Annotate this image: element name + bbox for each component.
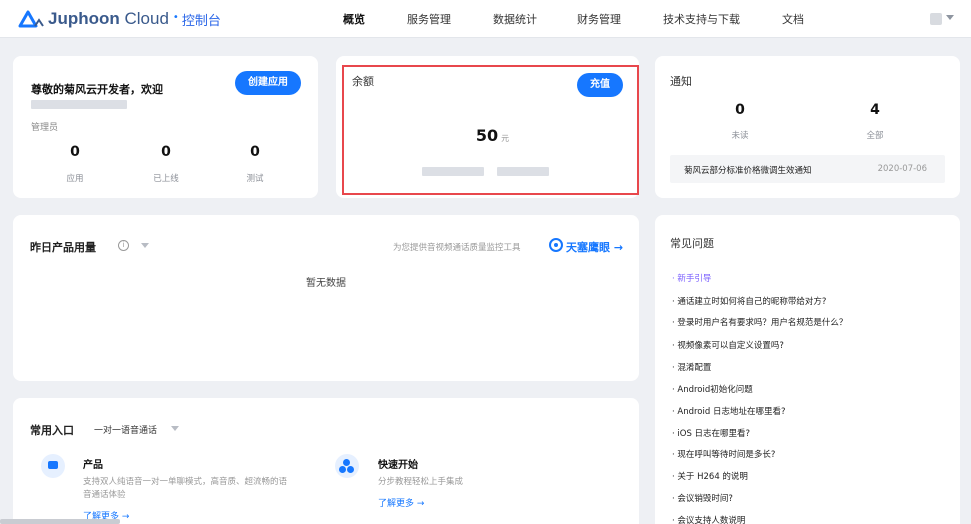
notice-item-date: 2020-07-06: [877, 164, 927, 174]
user-role: 管理员: [31, 123, 59, 133]
notice-card: 通知 0 未读 4 全部 菊风云部分标准价格微调生效通知 2020-07-06: [655, 56, 960, 198]
faq-item[interactable]: · 关于 H264 的说明: [672, 470, 748, 482]
faq-item[interactable]: · Android初始化问题: [672, 383, 753, 395]
usage-title: 昨日产品用量: [30, 241, 96, 254]
unread-count[interactable]: 0: [710, 102, 770, 118]
top-navbar: Juphoon Cloud • 控制台 概览 服务管理 数据统计 财务管理 技术…: [0, 0, 971, 38]
juphoon-logo-icon: [18, 10, 44, 28]
usage-chevron-down-icon[interactable]: [141, 243, 149, 248]
brand-separator-dot: •: [172, 11, 179, 23]
all-notice-label: 全部: [866, 131, 884, 141]
faq-item[interactable]: · 会议销毁时间?: [672, 492, 733, 504]
quick-start-icon: [335, 454, 359, 478]
usage-card: 昨日产品用量 i 为您提供音视频通话质量监控工具 天塞鹰眼 → 暂无数据: [13, 215, 639, 381]
balance-amount: 50 元: [344, 126, 641, 145]
avatar[interactable]: [930, 13, 942, 25]
monitor-tool-link[interactable]: 天塞鹰眼 →: [566, 239, 623, 255]
testing-count: 0: [250, 144, 260, 160]
masked-account-name: [31, 100, 127, 109]
nav-data-statistics[interactable]: 数据统计: [493, 11, 537, 27]
faq-item[interactable]: · 会议支持人数说明: [672, 514, 745, 524]
masked-balance-detail: [422, 167, 484, 176]
nav-finance-management[interactable]: 财务管理: [577, 11, 621, 27]
product-select[interactable]: 一对一语音通话: [94, 423, 157, 436]
faq-item[interactable]: · 现在呼叫等待时间是多长?: [672, 448, 775, 460]
balance-unit: 元: [501, 134, 510, 143]
empty-data-text: 暂无数据: [306, 278, 346, 289]
nav-support-download[interactable]: 技术支持与下载: [663, 11, 740, 27]
common-entry-title: 常用入口: [30, 424, 74, 437]
welcome-card: 尊敬的菊风云开发者，欢迎 创建应用 管理员 0 应用 0 已上线 0 测试: [13, 56, 318, 198]
entry-product-desc: 支持双人纯语音一对一单聊模式，高音质、超流畅的语 音通话体验: [83, 477, 288, 500]
common-entry-card: 常用入口 一对一语音通话 产品 支持双人纯语音一对一单聊模式，高音质、超流畅的语…: [13, 398, 639, 524]
nav-docs[interactable]: 文档: [782, 11, 804, 27]
recharge-button[interactable]: 充值: [577, 73, 623, 97]
faq-item[interactable]: · 新手引导: [672, 272, 711, 284]
balance-highlight-box: 余额 充值 50 元: [342, 65, 639, 195]
nav-service-management[interactable]: 服务管理: [407, 11, 451, 27]
faq-item[interactable]: · 混淆配置: [672, 361, 711, 373]
testing-label: 测试: [246, 174, 264, 184]
entry-quickstart-learn-more-link[interactable]: 了解更多 →: [378, 496, 424, 509]
all-notice-count[interactable]: 4: [845, 102, 905, 118]
create-app-button[interactable]: 创建应用: [235, 71, 301, 95]
entry-product-title: 产品: [83, 460, 103, 471]
target-icon: [549, 238, 563, 252]
online-label: 已上线: [153, 174, 179, 184]
faq-item[interactable]: · Android 日志地址在哪里看?: [672, 405, 785, 417]
entry-quickstart-desc: 分步教程轻松上手集成: [378, 477, 464, 487]
user-menu-chevron-down-icon[interactable]: [946, 15, 954, 20]
faq-item[interactable]: · 视频像素可以自定义设置吗?: [672, 339, 784, 351]
faq-card: 常见问题 · 新手引导 · 通话建立时如何将自己的昵称带给对方? · 登录时用户…: [655, 215, 960, 524]
info-icon[interactable]: i: [118, 240, 129, 251]
notice-item-title: 菊风云部分标准价格微调生效通知: [684, 166, 812, 176]
entry-quickstart-title: 快速开始: [378, 460, 418, 471]
faq-item[interactable]: · iOS 日志在哪里看?: [672, 427, 750, 439]
masked-balance-detail: [497, 167, 549, 176]
faq-title: 常见问题: [670, 237, 714, 250]
monitor-tool-text: 为您提供音视频通话质量监控工具: [393, 243, 521, 253]
horizontal-scrollbar[interactable]: [0, 519, 120, 524]
brand-logo[interactable]: Juphoon Cloud • 控制台: [18, 9, 221, 29]
console-label: 控制台: [181, 13, 221, 29]
unread-label: 未读: [731, 131, 749, 141]
apps-count: 0: [70, 144, 80, 160]
apps-label: 应用: [66, 174, 84, 184]
welcome-title: 尊敬的菊风云开发者，欢迎: [31, 83, 163, 96]
online-count: 0: [161, 144, 171, 160]
notice-list-item[interactable]: 菊风云部分标准价格微调生效通知 2020-07-06: [670, 155, 945, 183]
notice-title: 通知: [670, 75, 692, 88]
nav-overview[interactable]: 概览: [343, 11, 365, 27]
faq-item[interactable]: · 登录时用户名有要求吗？用户名规范是什么？: [672, 316, 847, 328]
balance-title: 余额: [352, 75, 374, 88]
brand-name: Juphoon Cloud: [48, 9, 169, 28]
product-select-chevron-down-icon[interactable]: [171, 426, 179, 431]
balance-value: 50: [475, 126, 499, 145]
faq-item[interactable]: · 通话建立时如何将自己的昵称带给对方?: [672, 295, 826, 307]
product-icon: [41, 454, 65, 478]
